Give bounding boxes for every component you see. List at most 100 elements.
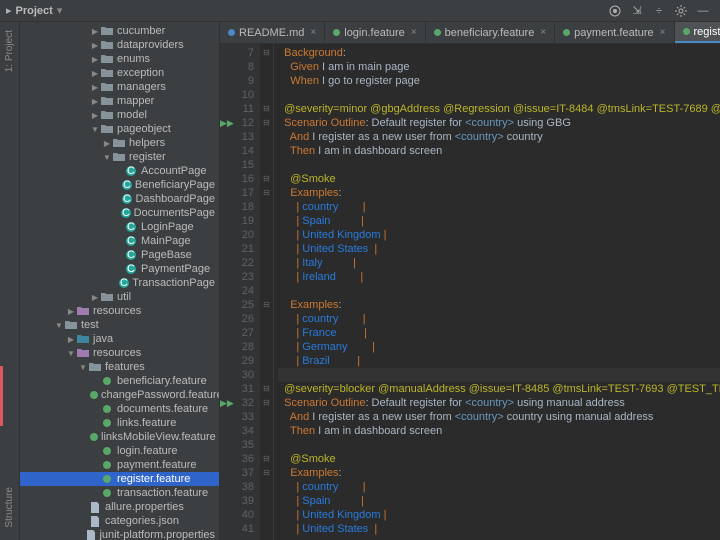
editor-tab[interactable]: payment.feature×: [555, 22, 674, 43]
tree-item[interactable]: CLoginPage: [20, 220, 219, 234]
project-tree[interactable]: ▶cucumber▶dataproviders▶enums▶exception▶…: [20, 22, 220, 540]
run-gutter-icon[interactable]: ▶▶: [220, 116, 234, 130]
code-line[interactable]: @severity=minor @gbgAddress @Regression …: [278, 102, 720, 116]
editor-tab[interactable]: README.md×: [220, 22, 325, 43]
close-icon[interactable]: ×: [660, 27, 666, 38]
tree-item[interactable]: documents.feature: [20, 402, 219, 416]
hide-icon[interactable]: —: [695, 3, 711, 19]
fold-marker[interactable]: ⊟: [260, 102, 273, 116]
code-line[interactable]: | United States |: [278, 242, 720, 256]
tree-item[interactable]: ▼resources: [20, 346, 219, 360]
code-line[interactable]: Scenario Outline: Default register for <…: [278, 116, 720, 130]
expand-arrow-icon[interactable]: ▶: [90, 27, 100, 36]
fold-marker[interactable]: [260, 340, 273, 354]
code-line[interactable]: @Smoke: [278, 172, 720, 186]
fold-marker[interactable]: ⊟: [260, 466, 273, 480]
code-line[interactable]: [278, 284, 720, 298]
tree-item[interactable]: ▼test: [20, 318, 219, 332]
code-line[interactable]: When I go to register page: [278, 74, 720, 88]
tree-item[interactable]: ▶cucumber: [20, 24, 219, 38]
collapse-icon[interactable]: ÷: [651, 3, 667, 19]
fold-marker[interactable]: [260, 74, 273, 88]
code-line[interactable]: Examples:: [278, 298, 720, 312]
code-line[interactable]: | France |: [278, 326, 720, 340]
tree-item[interactable]: transaction.feature: [20, 486, 219, 500]
code-line[interactable]: | country |: [278, 312, 720, 326]
code-line[interactable]: [278, 368, 720, 382]
tree-item[interactable]: ▶dataproviders: [20, 38, 219, 52]
code-line[interactable]: And I register as a new user from <count…: [278, 130, 720, 144]
tree-item[interactable]: changePassword.feature: [20, 388, 219, 402]
fold-marker[interactable]: ⊟: [260, 298, 273, 312]
expand-arrow-icon[interactable]: ▶: [102, 139, 112, 148]
tree-item[interactable]: CDocumentsPage: [20, 206, 219, 220]
code-line[interactable]: | Spain |: [278, 214, 720, 228]
tree-item[interactable]: ▶util: [20, 290, 219, 304]
rail-structure[interactable]: Structure: [4, 483, 15, 532]
tree-item[interactable]: linksMobileView.feature: [20, 430, 219, 444]
code-line[interactable]: [278, 88, 720, 102]
tree-item[interactable]: ▶exception: [20, 66, 219, 80]
fold-marker[interactable]: [260, 494, 273, 508]
fold-marker[interactable]: ⊟: [260, 46, 273, 60]
code-line[interactable]: | country |: [278, 480, 720, 494]
close-icon[interactable]: ×: [540, 27, 546, 38]
fold-marker[interactable]: [260, 480, 273, 494]
expand-arrow-icon[interactable]: ▼: [66, 349, 76, 358]
expand-arrow-icon[interactable]: ▶: [66, 307, 76, 316]
code-line[interactable]: Given I am in main page: [278, 60, 720, 74]
tree-item[interactable]: ▼pageobject: [20, 122, 219, 136]
rail-project[interactable]: 1: Project: [4, 26, 15, 76]
fold-marker[interactable]: ⊟: [260, 452, 273, 466]
expand-arrow-icon[interactable]: ▶: [90, 69, 100, 78]
fold-marker[interactable]: [260, 438, 273, 452]
tree-item[interactable]: CAccountPage: [20, 164, 219, 178]
code-line[interactable]: Examples:: [278, 466, 720, 480]
close-icon[interactable]: ×: [411, 27, 417, 38]
editor-tab[interactable]: beneficiary.feature×: [426, 22, 556, 43]
fold-marker[interactable]: [260, 200, 273, 214]
expand-arrow-icon[interactable]: ▶: [66, 335, 76, 344]
fold-marker[interactable]: [260, 214, 273, 228]
code-line[interactable]: [278, 158, 720, 172]
expand-arrow-icon[interactable]: ▼: [78, 363, 88, 372]
expand-arrow-icon[interactable]: ▶: [90, 293, 100, 302]
code-line[interactable]: Background:: [278, 46, 720, 60]
tree-item[interactable]: ▶resources: [20, 304, 219, 318]
tree-item[interactable]: CTransactionPage: [20, 276, 219, 290]
tree-item[interactable]: ▶model: [20, 108, 219, 122]
tree-item[interactable]: CPageBase: [20, 248, 219, 262]
tree-item[interactable]: ▼features: [20, 360, 219, 374]
gear-icon[interactable]: [673, 3, 689, 19]
expand-arrow-icon[interactable]: ▶: [90, 55, 100, 64]
expand-arrow-icon[interactable]: ▼: [102, 153, 112, 162]
target-icon[interactable]: [607, 3, 623, 19]
code-line[interactable]: Then I am in dashboard screen: [278, 144, 720, 158]
fold-marker[interactable]: [260, 88, 273, 102]
expand-arrow-icon[interactable]: ▶: [90, 83, 100, 92]
tree-item[interactable]: ▼register: [20, 150, 219, 164]
expand-arrow-icon[interactable]: ▶: [90, 111, 100, 120]
code-line[interactable]: | United Kingdom |: [278, 508, 720, 522]
code-line[interactable]: | Spain |: [278, 494, 720, 508]
fold-marker[interactable]: ⊟: [260, 382, 273, 396]
fold-marker[interactable]: ⊟: [260, 116, 273, 130]
code-line[interactable]: @severity=blocker @manualAddress @issue=…: [278, 382, 720, 396]
fold-marker[interactable]: [260, 312, 273, 326]
code-line[interactable]: [278, 438, 720, 452]
tree-item[interactable]: register.feature: [20, 472, 219, 486]
code-area[interactable]: Background: Given I am in main page When…: [274, 44, 720, 540]
fold-marker[interactable]: [260, 508, 273, 522]
tree-item[interactable]: beneficiary.feature: [20, 374, 219, 388]
fold-marker[interactable]: [260, 522, 273, 536]
fold-marker[interactable]: ⊟: [260, 396, 273, 410]
expand-icon[interactable]: ⇲: [629, 3, 645, 19]
code-line[interactable]: And I register as a new user from <count…: [278, 410, 720, 424]
fold-marker[interactable]: [260, 60, 273, 74]
code-line[interactable]: | Germany |: [278, 340, 720, 354]
fold-marker[interactable]: [260, 354, 273, 368]
fold-marker[interactable]: [260, 158, 273, 172]
tree-item[interactable]: ▶helpers: [20, 136, 219, 150]
code-line[interactable]: Examples:: [278, 186, 720, 200]
fold-marker[interactable]: [260, 410, 273, 424]
